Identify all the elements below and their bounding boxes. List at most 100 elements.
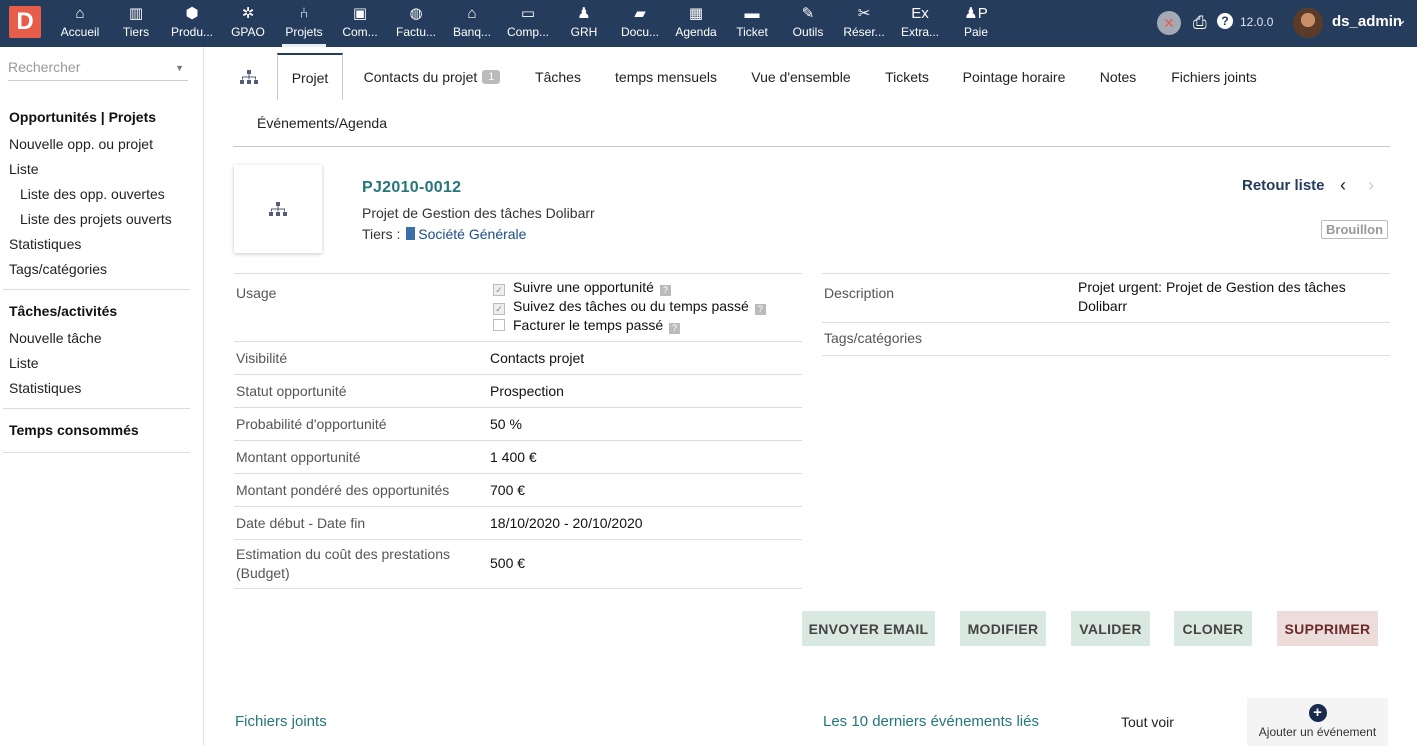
checkbox-icon[interactable]: ✓ [493, 284, 505, 296]
checkbox-bill-time[interactable]: Facturer le temps passé? [493, 317, 681, 334]
search-select[interactable]: Rechercher ▼ [8, 59, 188, 81]
nav-item-9[interactable]: ♟ GRH [556, 0, 612, 47]
calendar-icon: ▦ [688, 5, 704, 22]
nav-item-13[interactable]: ✎ Outils [780, 0, 836, 47]
nav-item-label: Docu... [620, 25, 659, 39]
tab-events[interactable]: Événements/Agenda [246, 100, 398, 146]
tab-tickets[interactable]: Tickets [873, 54, 941, 100]
checkbox-icon[interactable] [493, 319, 505, 331]
field-row-dates: Date début - Date fin 18/10/2020 - 20/10… [234, 507, 802, 540]
tabs-baseline [233, 146, 1390, 147]
sidebar-item-task-stats[interactable]: Statistiques [9, 380, 81, 396]
help-icon[interactable]: ? [1217, 13, 1233, 29]
help-icon[interactable]: ? [669, 323, 681, 334]
opp-prob-label: Probabilité d'opportunité [236, 416, 387, 432]
nav-item-3[interactable]: ✲ GPAO [220, 0, 276, 47]
tab-tasks[interactable]: Tâches [522, 54, 594, 100]
checkbox-follow-tasks[interactable]: ✓ Suivez des tâches ou du temps passé? [493, 298, 766, 315]
nav-item-2[interactable]: ⬢ Produ... [164, 0, 220, 47]
nav-item-5[interactable]: ▣ Com... [332, 0, 388, 47]
checkbox-icon[interactable]: ✓ [493, 303, 505, 315]
nav-item-label: Réser... [843, 25, 885, 39]
nav-item-label: Factu... [395, 25, 436, 39]
nav-item-label: Banq... [452, 25, 492, 39]
nav-item-6[interactable]: ◍ Factu... [388, 0, 444, 47]
contacts-count-badge: 1 [482, 70, 501, 84]
help-icon[interactable]: ? [659, 285, 671, 296]
nav-item-12[interactable]: ▬ Ticket [724, 0, 780, 47]
sidebar-item-task-list[interactable]: Liste [9, 355, 39, 371]
add-event-button[interactable]: + Ajouter un événement [1247, 698, 1388, 746]
ticket-icon: ▬ [744, 5, 760, 22]
nav-item-0[interactable]: ⌂ Accueil [52, 0, 108, 47]
nav-item-14[interactable]: ✂ Réser... [836, 0, 892, 47]
sidebar-item-stats[interactable]: Statistiques [9, 236, 81, 252]
suitcase-icon: ▣ [352, 5, 368, 22]
budget-value: 500 € [490, 555, 526, 571]
sidebar-item-list[interactable]: Liste [9, 161, 39, 177]
opp-status-value: Prospection [490, 383, 564, 399]
opp-weighted-value: 700 € [490, 482, 526, 498]
tab-project[interactable]: Projet [277, 53, 343, 100]
help-icon[interactable]: ? [754, 304, 766, 315]
nav-item-1[interactable]: ▥ Tiers [108, 0, 164, 47]
tab-overview[interactable]: Vue d'ensemble [740, 54, 862, 100]
sidebar-title-projects[interactable]: Opportunités | Projets [9, 109, 156, 125]
sidebar-item-new-task[interactable]: Nouvelle tâche [9, 330, 102, 346]
sidebar-item-tags[interactable]: Tags/catégories [9, 261, 107, 277]
tab-timesheet[interactable]: Pointage horaire [952, 54, 1076, 100]
chevron-left-icon[interactable]: ‹ [1340, 175, 1346, 196]
tab-files[interactable]: Fichiers joints [1160, 54, 1268, 100]
sidebar-title-time[interactable]: Temps consommés [9, 422, 139, 438]
send-email-button[interactable]: ENVOYER EMAIL [802, 611, 935, 646]
print-icon[interactable]: ⎙ [1193, 13, 1207, 33]
status-badge: Brouillon [1321, 220, 1389, 239]
delete-button[interactable]: SUPPRIMER [1277, 611, 1378, 646]
sidebar-item-new-project[interactable]: Nouvelle opp. ou projet [9, 136, 153, 152]
caret-down-icon[interactable]: ▼ [175, 63, 184, 73]
nav-item-4[interactable]: ⑃ Projets [276, 0, 332, 47]
nav-item-label: Com... [342, 25, 378, 39]
tab-monthly-time[interactable]: temps mensuels [604, 54, 728, 100]
sidebar-item-open-opps[interactable]: Liste des opp. ouvertes [20, 186, 165, 202]
tab-home-project[interactable] [233, 54, 265, 100]
checkbox-label: Suivez des tâches ou du temps passé [513, 298, 749, 314]
disabled-tools-icon[interactable]: ✕ [1157, 11, 1181, 35]
nav-item-label: GRH [570, 25, 598, 39]
project-thirdparty: Tiers : Société Générale [362, 226, 526, 242]
validate-button[interactable]: VALIDER [1071, 611, 1150, 646]
see-all-link[interactable]: Tout voir [1121, 714, 1174, 730]
field-row-opp-status: Statut opportunité Prospection [234, 375, 802, 408]
dolibarr-logo[interactable]: D [9, 6, 41, 38]
wrench-icon: ✎ [801, 5, 815, 22]
modify-button[interactable]: MODIFIER [960, 611, 1046, 646]
nav-item-label: Extra... [900, 25, 939, 39]
clone-button[interactable]: CLONER [1174, 611, 1252, 646]
checkbox-label: Facturer le temps passé [513, 317, 664, 333]
thirdparty-link[interactable]: Société Générale [418, 226, 526, 242]
chevron-down-icon[interactable]: ⌄ [1396, 12, 1407, 28]
sidebar: Rechercher ▼ Opportunités | Projets Nouv… [0, 47, 204, 746]
checkbox-follow-opportunity[interactable]: ✓ Suivre une opportunité? [493, 279, 671, 296]
nav-item-16[interactable]: ♟P Paie [948, 0, 1004, 47]
nav-item-8[interactable]: ▭ Comp... [500, 0, 556, 47]
nav-item-10[interactable]: ▰ Docu... [612, 0, 668, 47]
nav-item-15[interactable]: Ex Extra... [892, 0, 948, 47]
plus-circle-icon[interactable]: + [1308, 704, 1327, 722]
attached-files-heading[interactable]: Fichiers joints [235, 713, 327, 730]
sidebar-title-tasks[interactable]: Tâches/activités [9, 303, 117, 319]
nav-item-label: Tiers [122, 25, 150, 39]
username[interactable]: ds_admin [1332, 13, 1402, 30]
avatar[interactable] [1293, 8, 1323, 38]
tab-notes[interactable]: Notes [1088, 54, 1148, 100]
nav-item-7[interactable]: ⌂ Banq... [444, 0, 500, 47]
field-row-opp-weighted: Montant pondéré des opportunités 700 € [234, 474, 802, 507]
sidebar-item-open-projects[interactable]: Liste des projets ouverts [20, 211, 172, 227]
nav-item-11[interactable]: ▦ Agenda [668, 0, 724, 47]
last-events-heading[interactable]: Les 10 derniers événements liés [823, 713, 1039, 730]
tab-contacts[interactable]: Contacts du projet 1 [352, 54, 512, 100]
opp-amount-label: Montant opportunité [236, 449, 361, 465]
back-to-list-link[interactable]: Retour liste [1242, 177, 1325, 194]
field-row-tags: Tags/catégories [822, 323, 1390, 356]
money-bill-icon: ▭ [520, 5, 536, 22]
